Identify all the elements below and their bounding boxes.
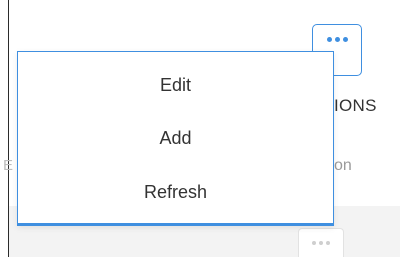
actions-dropdown-menu: Edit Add Refresh xyxy=(17,51,334,226)
left-column-text: E xyxy=(3,157,14,174)
menu-item-edit[interactable]: Edit xyxy=(18,73,333,97)
row-more-button[interactable] xyxy=(298,228,344,257)
menu-item-refresh[interactable]: Refresh xyxy=(18,180,333,204)
column-subheader: on xyxy=(334,157,352,174)
page: IONS on E Edit Add Refresh xyxy=(0,0,400,257)
more-horizontal-icon xyxy=(312,241,330,245)
actions-column-header: IONS xyxy=(334,96,377,115)
more-horizontal-icon xyxy=(326,37,348,42)
menu-item-add[interactable]: Add xyxy=(18,126,333,150)
